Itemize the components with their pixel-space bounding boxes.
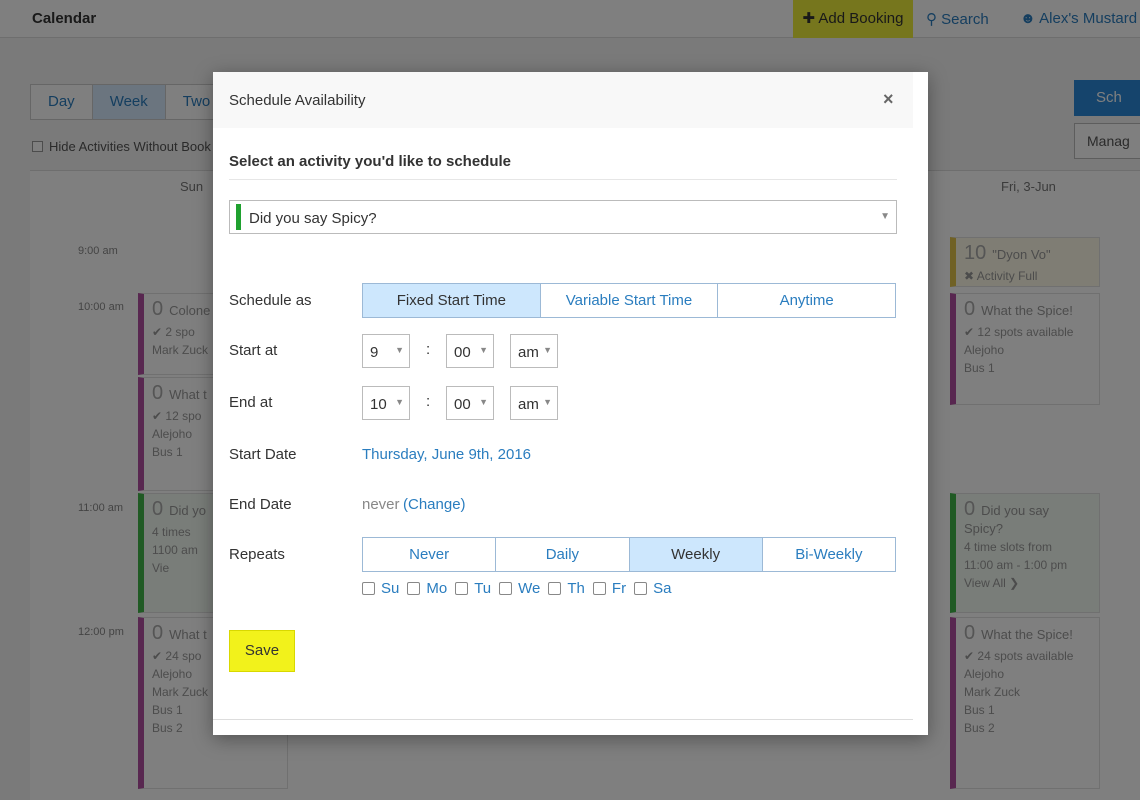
end-date-value: never — [362, 496, 400, 513]
time-separator: : — [426, 341, 431, 358]
time-separator: : — [426, 393, 431, 410]
schedule-as-segmented: Fixed Start Time Variable Start Time Any… — [362, 283, 896, 318]
start-at-label: Start at — [229, 342, 278, 359]
weekday-checkbox[interactable] — [634, 582, 648, 595]
chevron-down-icon: ▼ — [479, 397, 488, 407]
weekday-checkbox[interactable] — [499, 582, 513, 595]
chevron-down-icon: ▼ — [395, 345, 404, 355]
repeats-segmented: Never Daily Weekly Bi-Weekly — [362, 537, 896, 572]
end-date-change-link[interactable]: (Change) — [403, 496, 466, 513]
activity-select[interactable]: Did you say Spicy? ▼ — [229, 200, 897, 234]
schedule-as-fixed-start-time[interactable]: Fixed Start Time — [363, 284, 541, 317]
weekday-checkbox[interactable] — [455, 582, 469, 595]
chevron-down-icon: ▼ — [479, 345, 488, 355]
modal-title: Schedule Availability — [229, 92, 366, 109]
weekday-fr[interactable]: Fr — [592, 580, 627, 597]
weekday-checkbox[interactable] — [362, 582, 375, 595]
chevron-down-icon: ▼ — [543, 397, 552, 407]
chevron-down-icon: ▼ — [880, 211, 890, 222]
start-minute-select[interactable]: 00 ▼ — [446, 334, 494, 368]
weekday-su[interactable]: Su — [362, 580, 399, 597]
weekday-label: Sa — [653, 580, 672, 597]
schedule-availability-modal: Schedule Availability × Select an activi… — [213, 72, 928, 735]
schedule-as-anytime[interactable]: Anytime — [718, 284, 895, 317]
chevron-down-icon: ▼ — [395, 397, 404, 407]
weekday-checkbox[interactable] — [407, 582, 421, 595]
start-ampm-value: am — [518, 344, 539, 361]
start-ampm-select[interactable]: am ▼ — [510, 334, 558, 368]
weekday-label: Mo — [426, 580, 448, 597]
modal-header: Schedule Availability × — [213, 72, 913, 128]
save-button[interactable]: Save — [229, 630, 295, 672]
end-hour-select[interactable]: 10 ▼ — [362, 386, 410, 420]
weekday-th[interactable]: Th — [548, 580, 585, 597]
weekday-checkbox[interactable] — [548, 582, 562, 595]
start-hour-value: 9 — [370, 344, 379, 361]
weekday-tu[interactable]: Tu — [455, 580, 491, 597]
weekday-label: We — [518, 580, 541, 597]
end-at-label: End at — [229, 394, 273, 411]
schedule-as-variable-start-time[interactable]: Variable Start Time — [541, 284, 719, 317]
repeats-weekly[interactable]: Weekly — [629, 538, 763, 571]
close-icon[interactable]: × — [883, 89, 894, 110]
weekday-checkbox[interactable] — [592, 582, 606, 595]
weekday-we[interactable]: We — [499, 580, 540, 597]
weekday-label: Tu — [474, 580, 492, 597]
end-ampm-value: am — [518, 396, 539, 413]
end-date-label: End Date — [229, 496, 292, 513]
repeats-daily[interactable]: Daily — [496, 538, 630, 571]
weekday-mo[interactable]: Mo — [407, 580, 447, 597]
repeats-label: Repeats — [229, 546, 285, 563]
end-hour-value: 10 — [370, 396, 387, 413]
weekday-label: Th — [567, 580, 585, 597]
section-title: Select an activity you'd like to schedul… — [229, 153, 511, 170]
weekday-label: Su — [381, 580, 400, 597]
start-date-link[interactable]: Thursday, June 9th, 2016 — [362, 446, 531, 463]
modal-body: Select an activity you'd like to schedul… — [213, 128, 913, 720]
start-date-label: Start Date — [229, 446, 297, 463]
schedule-as-label: Schedule as — [229, 292, 312, 309]
activity-color-bar — [236, 204, 241, 230]
weekday-checkboxes: Su Mo Tu We Th Fr Sa — [362, 580, 671, 597]
weekday-sa[interactable]: Sa — [634, 580, 671, 597]
start-minute-value: 00 — [454, 344, 471, 361]
start-hour-select[interactable]: 9 ▼ — [362, 334, 410, 368]
repeats-never[interactable]: Never — [363, 538, 497, 571]
activity-select-value: Did you say Spicy? — [249, 210, 377, 227]
divider — [229, 179, 897, 180]
end-minute-select[interactable]: 00 ▼ — [446, 386, 494, 420]
repeats-bi-weekly[interactable]: Bi-Weekly — [763, 538, 895, 571]
chevron-down-icon: ▼ — [543, 345, 552, 355]
weekday-label: Fr — [611, 580, 627, 597]
end-ampm-select[interactable]: am ▼ — [510, 386, 558, 420]
end-minute-value: 00 — [454, 396, 471, 413]
